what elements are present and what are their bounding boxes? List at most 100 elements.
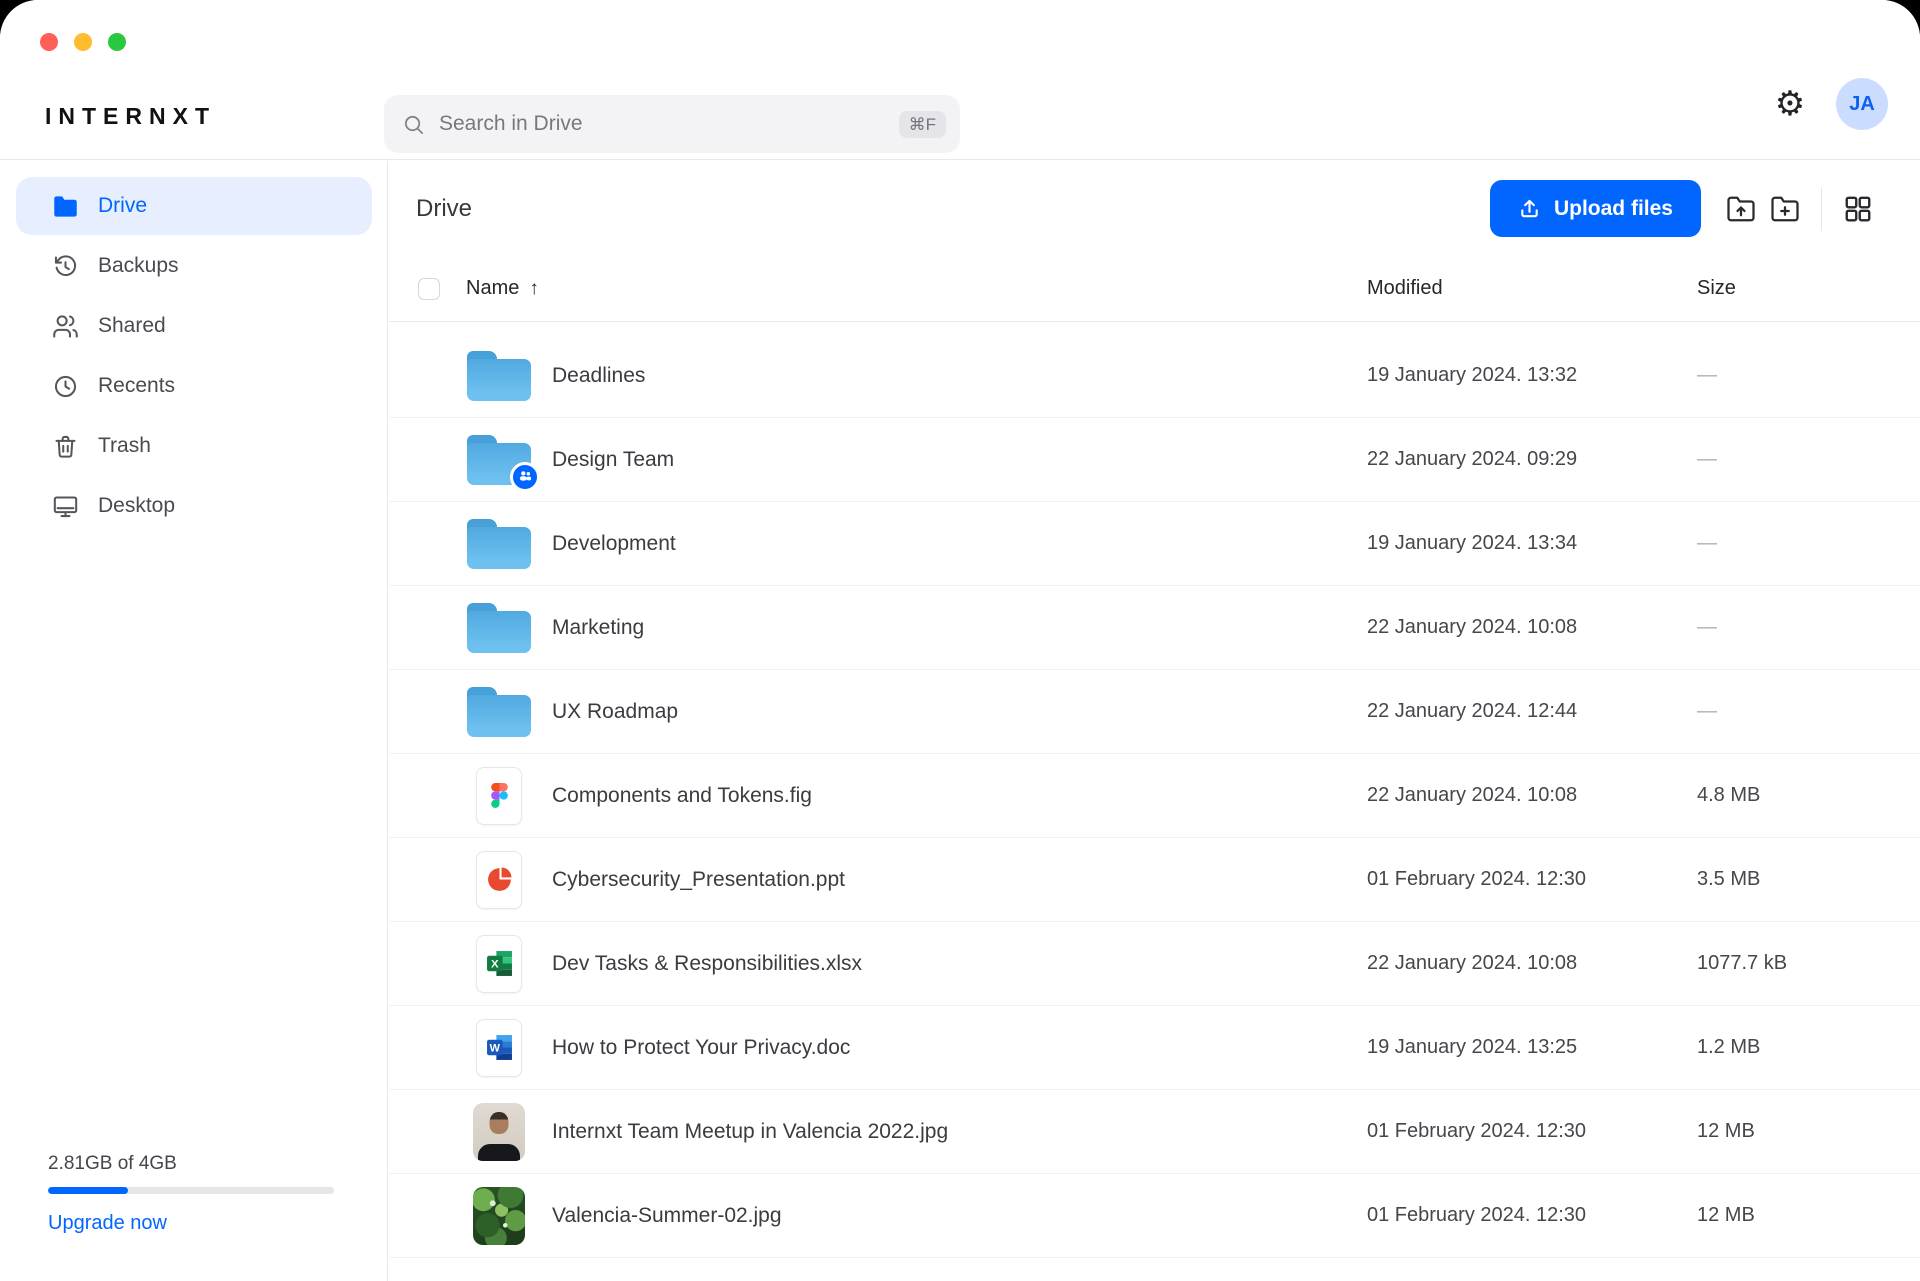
column-header-size[interactable]: Size: [1697, 277, 1884, 300]
image-thumbnail: [473, 1103, 525, 1161]
window-controls: [40, 33, 126, 51]
file-modified: 19 January 2024. 13:32: [1367, 364, 1697, 387]
grid-view-icon: [1843, 194, 1873, 224]
upload-folder-button[interactable]: [1719, 187, 1763, 231]
folder-icon: [467, 603, 531, 653]
new-folder-button[interactable]: [1763, 187, 1807, 231]
zoom-window-button[interactable]: [108, 33, 126, 51]
file-size: 12 MB: [1697, 1120, 1884, 1143]
file-icon: X W: [476, 851, 522, 909]
file-name: Internxt Team Meetup in Valencia 2022.jp…: [552, 1120, 1367, 1144]
sidebar-item-shared[interactable]: Shared: [16, 297, 372, 355]
file-name: Marketing: [552, 616, 1367, 640]
file-modified: 19 January 2024. 13:25: [1367, 1036, 1697, 1059]
sort-arrow-icon: ↑: [529, 278, 539, 300]
file-name: How to Protect Your Privacy.doc: [552, 1036, 1367, 1060]
file-modified: 22 January 2024. 10:08: [1367, 616, 1697, 639]
table-row[interactable]: X W Design Team 22 January 2024. 09:29 —: [389, 418, 1920, 502]
file-modified: 22 January 2024. 10:08: [1367, 952, 1697, 975]
top-bar: INTERNXT ⌘F ⚙ JA: [0, 0, 1920, 160]
search-bar[interactable]: ⌘F: [384, 95, 960, 153]
svg-text:W: W: [489, 1043, 500, 1055]
storage-progress-fill: [48, 1187, 128, 1194]
app-window: INTERNXT ⌘F ⚙ JA Drive Backups Shared Re…: [0, 0, 1920, 1281]
main-content: Drive Upload files: [389, 161, 1920, 1281]
clock-icon: [52, 373, 79, 400]
file-list: X W Deadlines 19 January 2024. 13:32 —: [389, 334, 1920, 1258]
table-row[interactable]: X W Deadlines 19 January 2024. 13:32 —: [389, 334, 1920, 418]
file-name: UX Roadmap: [552, 700, 1367, 724]
internxt-logo: INTERNXT: [45, 103, 216, 130]
file-size: —: [1697, 532, 1884, 555]
file-modified: 22 January 2024. 10:08: [1367, 784, 1697, 807]
file-modified: 01 February 2024. 12:30: [1367, 1120, 1697, 1143]
table-row[interactable]: X W Cybersecurity_Presentation.ppt 01 Fe…: [389, 838, 1920, 922]
file-size: 3.5 MB: [1697, 868, 1884, 891]
table-row[interactable]: X W Dev Tasks & Responsibilities.xlsx 22…: [389, 922, 1920, 1006]
grid-view-button[interactable]: [1836, 187, 1880, 231]
upgrade-now-link[interactable]: Upgrade now: [48, 1212, 167, 1235]
file-icon: X W: [476, 1019, 522, 1077]
folder-icon: [52, 193, 79, 220]
folder-icon: [467, 435, 531, 485]
table-header: Name ↑ Modified Size: [389, 256, 1920, 322]
search-input[interactable]: [439, 112, 899, 136]
sidebar-item-trash[interactable]: Trash: [16, 417, 372, 475]
table-row[interactable]: X W How to Protect Your Privacy.doc 19 J…: [389, 1006, 1920, 1090]
folder-icon: [467, 351, 531, 401]
file-name: Design Team: [552, 448, 1367, 472]
table-row[interactable]: X W Valencia-Summer-02.jpg 01 February 2…: [389, 1174, 1920, 1258]
search-icon: [402, 113, 425, 136]
storage-progress-bar: [48, 1187, 334, 1194]
sidebar-item-drive[interactable]: Drive: [16, 177, 372, 235]
file-size: 4.8 MB: [1697, 784, 1884, 807]
sidebar-nav: Drive Backups Shared Recents Trash Deskt…: [0, 161, 387, 535]
minimize-window-button[interactable]: [74, 33, 92, 51]
upload-icon: [1518, 197, 1541, 220]
sidebar-item-desktop[interactable]: Desktop: [16, 477, 372, 535]
file-name: Valencia-Summer-02.jpg: [552, 1204, 1367, 1228]
file-name: Dev Tasks & Responsibilities.xlsx: [552, 952, 1367, 976]
monitor-icon: [52, 493, 79, 520]
file-name: Cybersecurity_Presentation.ppt: [552, 868, 1367, 892]
gear-icon[interactable]: ⚙: [1770, 78, 1810, 130]
file-name: Deadlines: [552, 364, 1367, 388]
file-name: Components and Tokens.fig: [552, 784, 1367, 808]
table-row[interactable]: X W Internxt Team Meetup in Valencia 202…: [389, 1090, 1920, 1174]
history-icon: [52, 253, 79, 280]
table-row[interactable]: X W Components and Tokens.fig 22 January…: [389, 754, 1920, 838]
file-modified: 01 February 2024. 12:30: [1367, 1204, 1697, 1227]
upload-files-button[interactable]: Upload files: [1490, 180, 1701, 237]
file-size: —: [1697, 700, 1884, 723]
select-all-checkbox[interactable]: [418, 278, 440, 300]
file-modified: 19 January 2024. 13:34: [1367, 532, 1697, 555]
new-folder-icon: [1770, 194, 1800, 224]
avatar[interactable]: JA: [1836, 78, 1888, 130]
search-shortcut-badge: ⌘F: [899, 111, 946, 138]
file-size: —: [1697, 448, 1884, 471]
excel-icon: X: [486, 950, 513, 977]
file-size: 1.2 MB: [1697, 1036, 1884, 1059]
users-icon: [52, 313, 79, 340]
file-icon: X W: [476, 767, 522, 825]
file-modified: 22 January 2024. 12:44: [1367, 700, 1697, 723]
file-icon: X W: [476, 935, 522, 993]
table-row[interactable]: X W Marketing 22 January 2024. 10:08 —: [389, 586, 1920, 670]
close-window-button[interactable]: [40, 33, 58, 51]
folder-icon: [467, 687, 531, 737]
upload-folder-icon: [1726, 194, 1756, 224]
sidebar-item-recents[interactable]: Recents: [16, 357, 372, 415]
sidebar: Drive Backups Shared Recents Trash Deskt…: [0, 161, 388, 1281]
table-row[interactable]: X W Development 19 January 2024. 13:34 —: [389, 502, 1920, 586]
sidebar-item-backups[interactable]: Backups: [16, 237, 372, 295]
file-name: Development: [552, 532, 1367, 556]
column-header-name[interactable]: Name ↑: [466, 277, 1367, 300]
column-header-modified[interactable]: Modified: [1367, 277, 1697, 300]
file-modified: 22 January 2024. 09:29: [1367, 448, 1697, 471]
folder-icon: [467, 519, 531, 569]
figma-logo-icon: [491, 783, 508, 808]
table-row[interactable]: X W UX Roadmap 22 January 2024. 12:44 —: [389, 670, 1920, 754]
file-size: 1077.7 kB: [1697, 952, 1884, 975]
powerpoint-icon: [486, 866, 513, 893]
file-size: —: [1697, 616, 1884, 639]
